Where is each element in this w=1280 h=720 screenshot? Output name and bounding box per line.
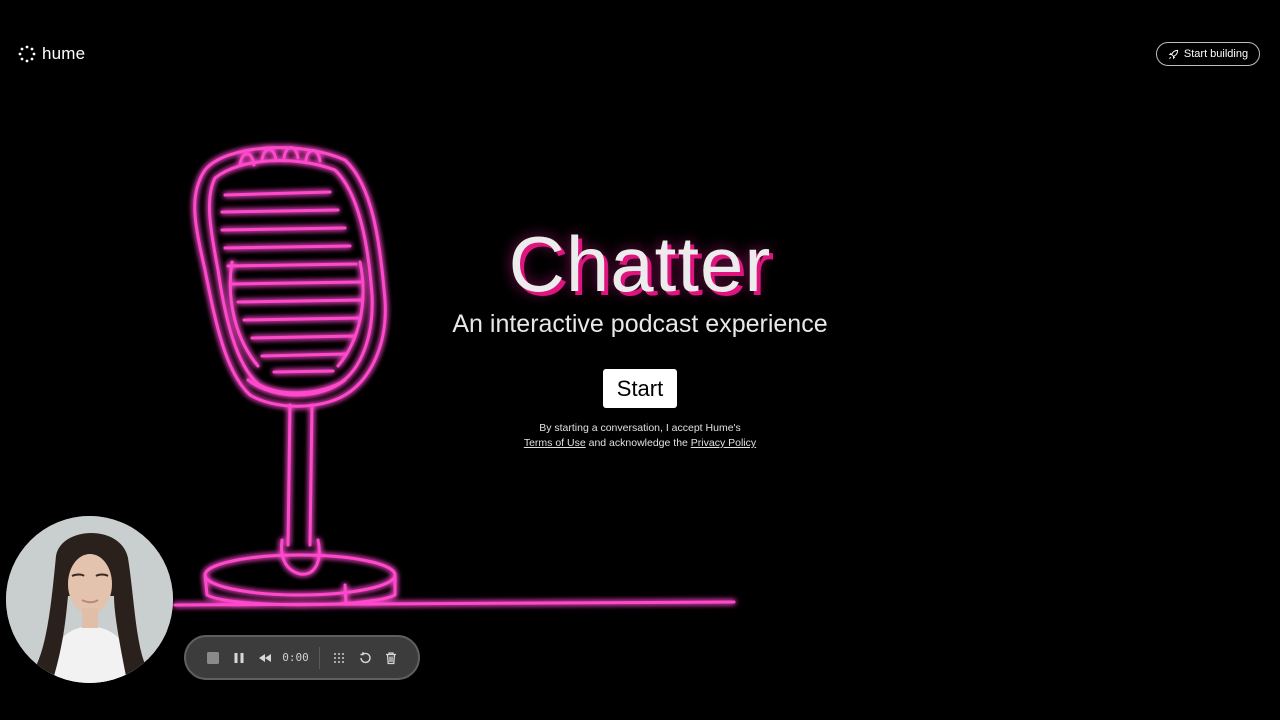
grid-icon [334,652,345,663]
rewind-icon [258,653,271,662]
pause-icon [234,652,244,663]
restart-icon [360,651,371,663]
consent-text: By starting a conversation, I accept Hum… [440,421,840,451]
logo-text: hume [42,44,86,63]
pause-button[interactable] [226,644,252,672]
start-building-button[interactable]: Start building [1156,42,1260,66]
hume-logo[interactable]: hume [18,44,85,64]
trash-icon [386,651,396,664]
rewind-button[interactable] [252,644,278,672]
restart-button[interactable] [352,644,378,672]
start-building-label: Start building [1183,48,1249,60]
consent-middle: and acknowledge the [588,437,688,449]
privacy-policy-link[interactable]: Privacy Policy [691,437,756,449]
stop-button[interactable] [200,644,226,672]
neon-microphone-illustration [173,146,736,607]
hero-subtitle: An interactive podcast experience [452,310,828,338]
presenter-avatar [6,516,173,683]
consent-prefix: By starting a conversation, I accept Hum… [539,422,741,434]
dotted-spinner-icon [18,45,36,63]
grid-button[interactable] [326,644,352,672]
stop-icon [206,651,219,664]
webcam-preview [6,516,173,683]
delete-button[interactable] [378,644,404,672]
start-button[interactable]: Start [603,369,677,408]
recording-timer: 0:00 [282,651,309,664]
controls-divider [319,646,321,669]
rocket-icon [1168,49,1178,59]
hero-title: Chatter [508,220,772,308]
terms-of-use-link[interactable]: Terms of Use [524,437,586,449]
recording-controls: 0:00 [184,635,420,680]
